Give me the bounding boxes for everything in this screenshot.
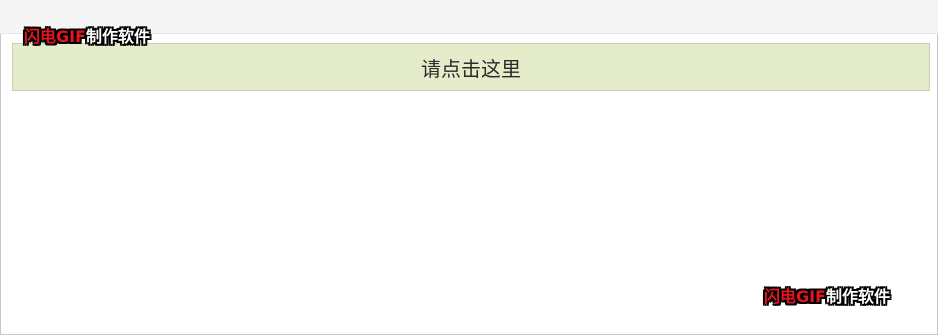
watermark-brand: 闪电GIF [24,27,87,46]
watermark-bottom: 闪电GIF制作软件 [764,287,890,307]
watermark-top: 闪电GIF制作软件 [24,27,150,47]
click-here-button[interactable]: 请点击这里 [12,43,930,91]
watermark-text: 制作软件 [826,287,891,306]
click-here-label: 请点击这里 [421,56,521,81]
watermark-brand: 闪电GIF [764,287,827,306]
watermark-text: 制作软件 [86,27,151,46]
